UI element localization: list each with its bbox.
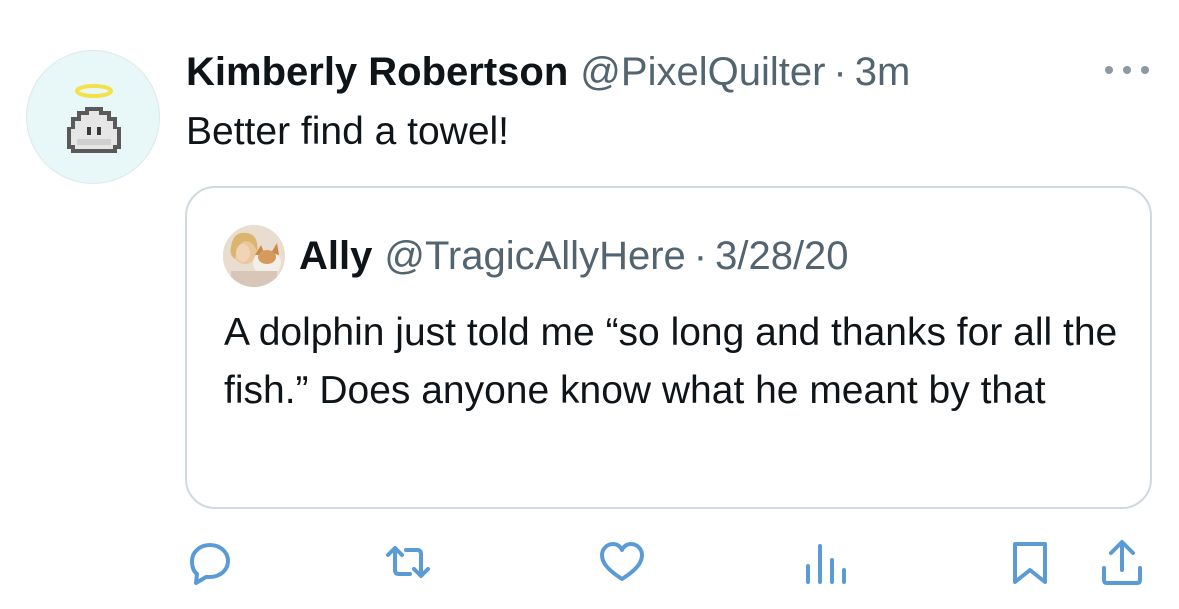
author-handle[interactable]: @PixelQuilter [580,48,825,96]
tweet-header: Kimberly Robertson @PixelQuilter · 3m [186,48,910,96]
reply-button[interactable] [186,538,234,586]
author-display-name[interactable]: Kimberly Robertson [186,48,568,96]
pixel-ghost-icon [67,84,121,153]
bookmark-icon [1013,542,1047,584]
quoted-tweet-text: A dolphin just told me “so long and than… [224,311,1118,412]
author-avatar[interactable] [26,50,160,184]
reply-bubble-icon [190,543,230,585]
quoted-display-name[interactable]: Ally [299,232,372,280]
dot [1141,66,1149,74]
action-bar [0,530,1179,590]
tweet-card[interactable]: Kimberly Robertson @PixelQuilter · 3m Be… [0,0,1179,609]
quoted-tweet-header: Ally @TragicAllyHere · 3/28/20 [299,232,849,280]
quoted-tweet[interactable]: Ally @TragicAllyHere · 3/28/20 A dolphin… [185,186,1152,509]
header-separator: · [833,50,847,94]
quoted-date[interactable]: 3/28/20 [715,232,848,280]
retweet-icon [386,546,430,578]
retweet-button[interactable] [384,538,432,586]
quoted-separator: · [693,234,708,278]
tweet-text: Better find a towel! [186,110,510,153]
like-button[interactable] [598,538,646,586]
share-button[interactable] [1098,538,1146,586]
views-button[interactable] [800,538,848,586]
quoted-handle[interactable]: @TragicAllyHere [384,232,685,280]
quoted-author-avatar[interactable] [223,225,285,287]
analytics-icon [806,544,846,584]
tweet-timestamp[interactable]: 3m [855,48,911,96]
bookmark-button[interactable] [1006,538,1054,586]
dot [1123,66,1131,74]
dot [1105,66,1113,74]
share-icon [1102,540,1142,585]
heart-icon [600,542,644,581]
user-photo-icon [223,225,285,287]
more-options-icon[interactable] [1105,60,1149,80]
